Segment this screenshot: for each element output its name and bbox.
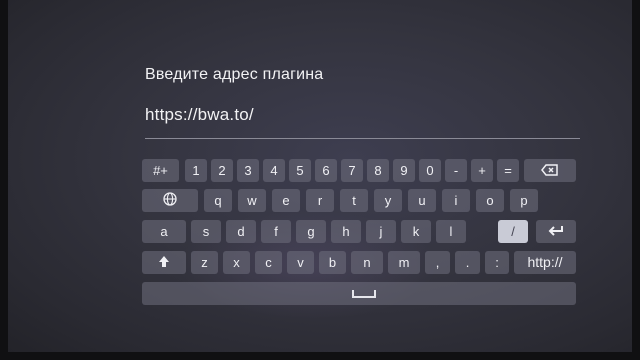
key-comma[interactable]: ,	[425, 251, 450, 274]
key-i[interactable]: i	[442, 189, 470, 212]
key-6[interactable]: 6	[315, 159, 337, 182]
key-k[interactable]: k	[401, 220, 431, 243]
key-5[interactable]: 5	[289, 159, 311, 182]
key-e[interactable]: e	[272, 189, 300, 212]
key-a[interactable]: a	[142, 220, 186, 243]
key-j[interactable]: j	[366, 220, 396, 243]
key-c[interactable]: c	[255, 251, 282, 274]
key-period[interactable]: .	[455, 251, 480, 274]
backspace-icon	[541, 160, 559, 183]
key-1[interactable]: 1	[185, 159, 207, 182]
key-7[interactable]: 7	[341, 159, 363, 182]
key-slash[interactable]: /	[498, 220, 528, 243]
key-y[interactable]: y	[374, 189, 402, 212]
key-d[interactable]: d	[226, 220, 256, 243]
key-p[interactable]: p	[510, 189, 538, 212]
key-r[interactable]: r	[306, 189, 334, 212]
key-o[interactable]: o	[476, 189, 504, 212]
globe-icon	[163, 190, 177, 213]
tv-screen: Введите адрес плагина https://bwa.to/ #+…	[8, 0, 632, 352]
enter-icon	[548, 221, 564, 244]
key-t[interactable]: t	[340, 189, 368, 212]
key-shift[interactable]	[142, 251, 186, 274]
key-z[interactable]: z	[191, 251, 218, 274]
url-input[interactable]: https://bwa.to/	[145, 105, 254, 125]
key-0[interactable]: 0	[419, 159, 441, 182]
key-enter[interactable]	[536, 220, 576, 243]
key-b[interactable]: b	[319, 251, 346, 274]
key-v[interactable]: v	[287, 251, 314, 274]
key-plus[interactable]: +	[471, 159, 493, 182]
key-l[interactable]: l	[436, 220, 466, 243]
key-8[interactable]: 8	[367, 159, 389, 182]
key-f[interactable]: f	[261, 220, 291, 243]
key-u[interactable]: u	[408, 189, 436, 212]
input-underline	[145, 138, 580, 139]
key-n[interactable]: n	[351, 251, 383, 274]
key-equals[interactable]: =	[497, 159, 519, 182]
key-3[interactable]: 3	[237, 159, 259, 182]
shift-icon	[158, 252, 170, 275]
key-minus[interactable]: -	[445, 159, 467, 182]
key-http[interactable]: http://	[514, 251, 576, 274]
key-q[interactable]: q	[204, 189, 232, 212]
key-language[interactable]	[142, 189, 198, 212]
key-9[interactable]: 9	[393, 159, 415, 182]
key-4[interactable]: 4	[263, 159, 285, 182]
key-w[interactable]: w	[238, 189, 266, 212]
key-h[interactable]: h	[331, 220, 361, 243]
key-space[interactable]	[142, 282, 576, 305]
key-2[interactable]: 2	[211, 159, 233, 182]
key-m[interactable]: m	[388, 251, 420, 274]
key-g[interactable]: g	[296, 220, 326, 243]
prompt-title: Введите адрес плагина	[145, 66, 324, 83]
key-colon[interactable]: :	[485, 251, 509, 274]
key-s[interactable]: s	[191, 220, 221, 243]
space-icon	[352, 290, 376, 298]
key-symbols[interactable]: #+	[142, 159, 179, 182]
key-x[interactable]: x	[223, 251, 250, 274]
key-backspace[interactable]	[524, 159, 576, 182]
